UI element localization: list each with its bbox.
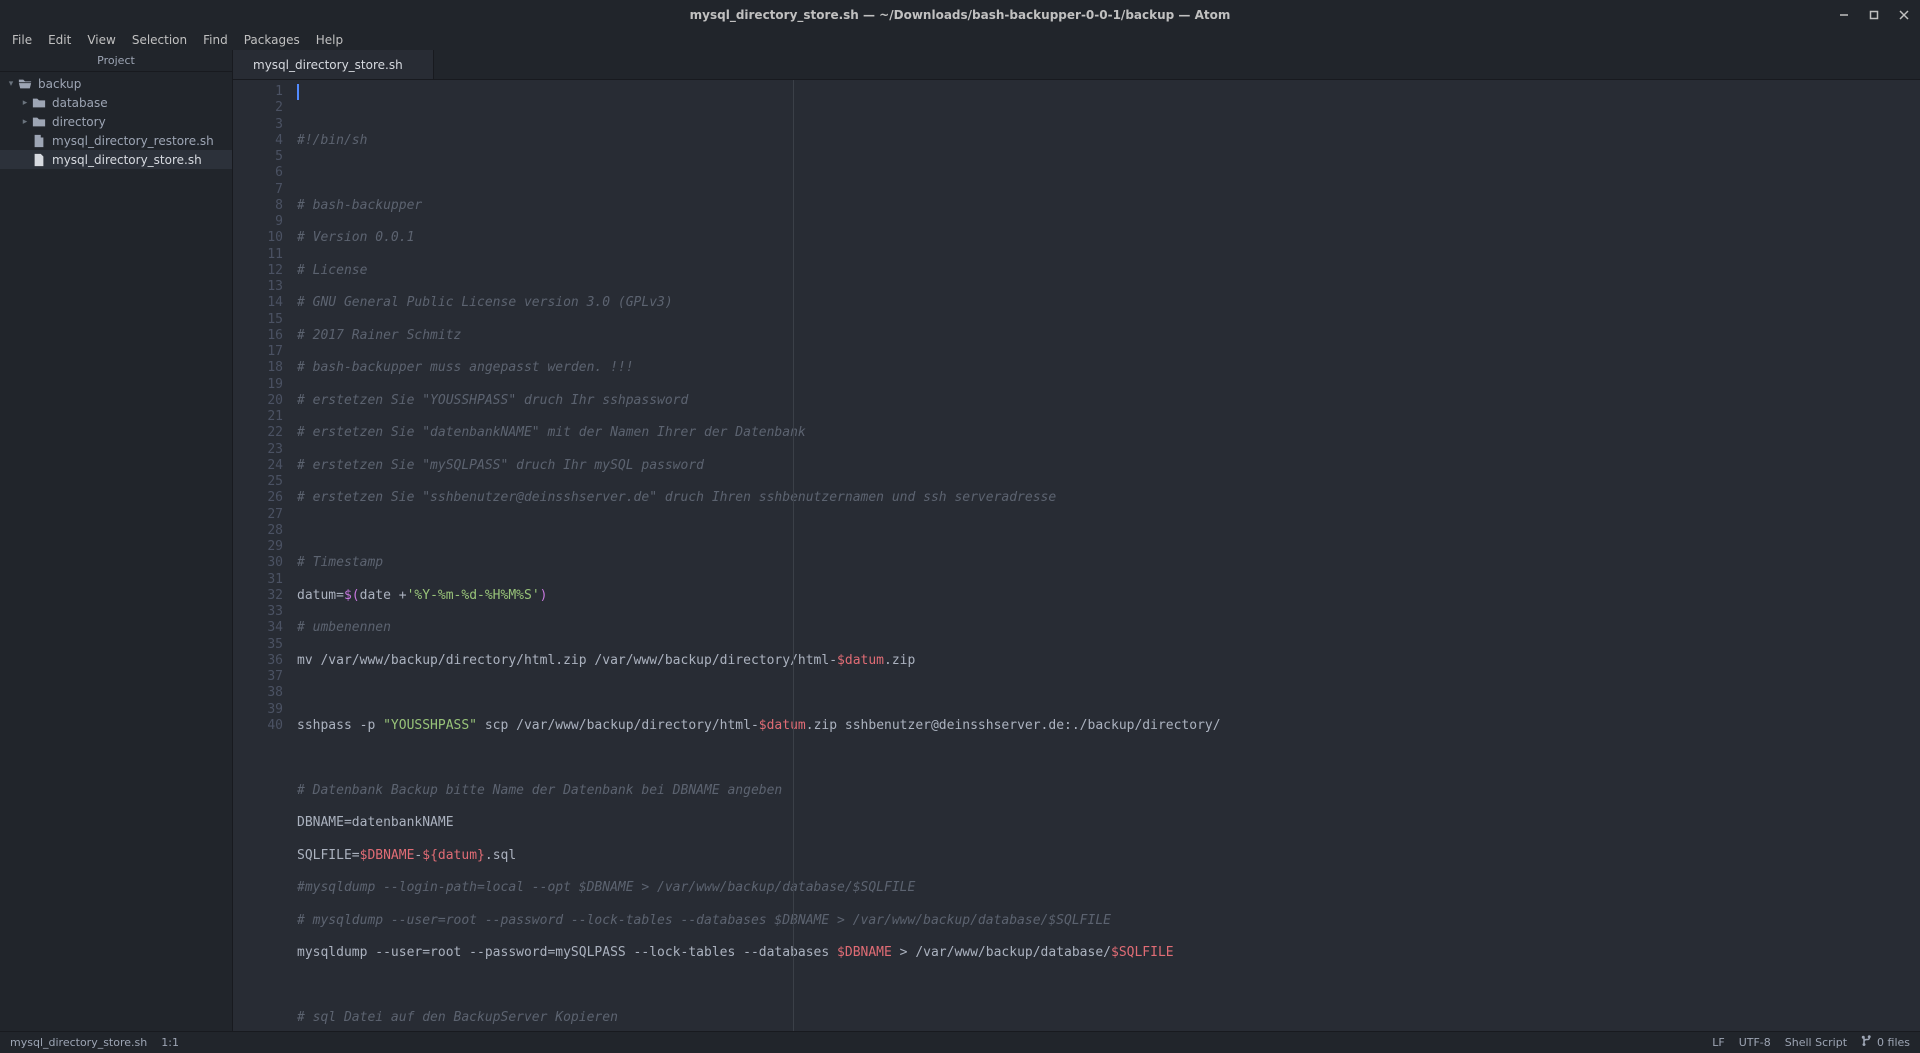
tree-label: backup [38,77,81,91]
line-number[interactable]: 19 [233,377,283,393]
line-number[interactable]: 30 [233,555,283,571]
line-number[interactable]: 27 [233,507,283,523]
folder-open-icon [18,77,32,91]
line-number[interactable]: 15 [233,312,283,328]
menu-packages[interactable]: Packages [236,31,308,49]
text-cursor [297,84,299,100]
line-number[interactable]: 12 [233,263,283,279]
close-button[interactable] [1894,5,1914,25]
tree-file-restore[interactable]: mysql_directory_restore.sh [0,131,232,150]
code-content[interactable]: #!/bin/sh # bash-backupper # Version 0.0… [293,80,1920,1031]
status-git-label: 0 files [1877,1036,1910,1049]
minimize-button[interactable] [1834,5,1854,25]
line-number[interactable]: 37 [233,669,283,685]
status-grammar[interactable]: Shell Script [1785,1036,1847,1049]
line-number[interactable]: 5 [233,149,283,165]
line-number[interactable]: 33 [233,604,283,620]
line-number[interactable]: 36 [233,653,283,669]
status-git[interactable]: 0 files [1861,1035,1910,1050]
titlebar: mysql_directory_store.sh — ~/Downloads/b… [0,0,1920,30]
chevron-down-icon: ▾ [6,79,16,89]
line-number[interactable]: 17 [233,344,283,360]
project-tree: ▾ backup ▸ database ▸ directory [0,72,232,169]
line-number[interactable]: 16 [233,328,283,344]
spacer [20,136,30,146]
window-controls [1834,0,1914,30]
maximize-button[interactable] [1864,5,1884,25]
git-branch-icon [1861,1035,1873,1050]
line-number[interactable]: 18 [233,360,283,376]
tree-root-folder[interactable]: ▾ backup [0,74,232,93]
line-number[interactable]: 31 [233,572,283,588]
tree-label: database [52,96,108,110]
chevron-right-icon: ▸ [20,98,30,108]
menu-file[interactable]: File [4,31,40,49]
statusbar: mysql_directory_store.sh 1:1 LF UTF-8 Sh… [0,1031,1920,1053]
line-number[interactable]: 8 [233,198,283,214]
line-number[interactable]: 39 [233,702,283,718]
sidebar-title: Project [0,50,232,72]
line-number[interactable]: 13 [233,279,283,295]
line-number[interactable]: 1 [233,84,283,100]
file-icon [32,134,46,148]
file-icon [32,153,46,167]
line-number[interactable]: 22 [233,425,283,441]
editor[interactable]: 1234567891011121314151617181920212223242… [233,80,1920,1031]
menu-edit[interactable]: Edit [40,31,79,49]
line-number[interactable]: 2 [233,100,283,116]
spacer [20,155,30,165]
window-title: mysql_directory_store.sh — ~/Downloads/b… [690,8,1231,22]
menu-view[interactable]: View [79,31,123,49]
line-number[interactable]: 32 [233,588,283,604]
line-number[interactable]: 28 [233,523,283,539]
wrap-guide [793,80,794,1031]
status-filename[interactable]: mysql_directory_store.sh [10,1036,147,1049]
line-number[interactable]: 21 [233,409,283,425]
folder-icon [32,115,46,129]
gutter: 1234567891011121314151617181920212223242… [233,80,293,1031]
line-number[interactable]: 7 [233,182,283,198]
line-number[interactable]: 20 [233,393,283,409]
line-number[interactable]: 14 [233,295,283,311]
folder-icon [32,96,46,110]
line-number[interactable]: 29 [233,539,283,555]
menu-selection[interactable]: Selection [124,31,195,49]
line-number[interactable]: 3 [233,117,283,133]
chevron-right-icon: ▸ [20,117,30,127]
tab-file[interactable]: mysql_directory_store.sh [233,50,434,79]
tree-label: mysql_directory_restore.sh [52,134,214,148]
sidebar: Project ▾ backup ▸ database ▸ [0,50,233,1031]
line-number[interactable]: 25 [233,474,283,490]
tree-folder-directory[interactable]: ▸ directory [0,112,232,131]
line-number[interactable]: 26 [233,490,283,506]
line-number[interactable]: 34 [233,620,283,636]
line-number[interactable]: 9 [233,214,283,230]
status-encoding[interactable]: UTF-8 [1739,1036,1771,1049]
tree-label: directory [52,115,106,129]
line-number[interactable]: 10 [233,230,283,246]
line-number[interactable]: 4 [233,133,283,149]
tabbar: mysql_directory_store.sh [233,50,1920,80]
menubar: File Edit View Selection Find Packages H… [0,30,1920,50]
tab-label: mysql_directory_store.sh [253,58,403,72]
menu-find[interactable]: Find [195,31,236,49]
tree-file-store[interactable]: mysql_directory_store.sh [0,150,232,169]
main-area: Project ▾ backup ▸ database ▸ [0,50,1920,1031]
line-number[interactable]: 24 [233,458,283,474]
line-number[interactable]: 6 [233,165,283,181]
line-number[interactable]: 40 [233,718,283,734]
line-number[interactable]: 11 [233,247,283,263]
status-cursor[interactable]: 1:1 [161,1036,179,1049]
line-number[interactable]: 38 [233,685,283,701]
line-number[interactable]: 23 [233,442,283,458]
tree-label: mysql_directory_store.sh [52,153,202,167]
line-number[interactable]: 35 [233,637,283,653]
status-line-ending[interactable]: LF [1712,1036,1724,1049]
tree-folder-database[interactable]: ▸ database [0,93,232,112]
menu-help[interactable]: Help [308,31,351,49]
editor-area: mysql_directory_store.sh 123456789101112… [233,50,1920,1031]
